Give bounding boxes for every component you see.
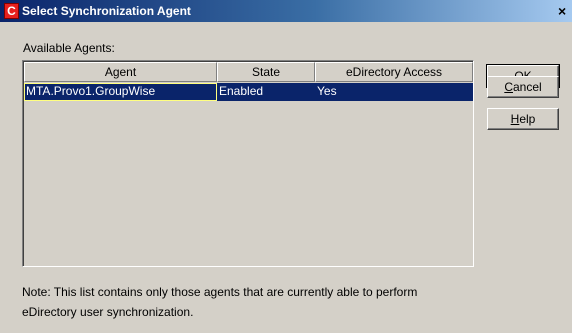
column-header-agent[interactable]: Agent (24, 62, 217, 82)
column-header-state[interactable]: State (217, 62, 315, 82)
cancel-button[interactable]: Cancel (487, 76, 559, 98)
column-header-edirectory-access[interactable]: eDirectory Access (315, 62, 473, 82)
window-title: Select Synchronization Agent (22, 4, 191, 18)
help-button[interactable]: Help (487, 108, 559, 130)
available-agents-label: Available Agents: (23, 41, 115, 55)
title-bar[interactable]: C Select Synchronization Agent × (0, 0, 572, 22)
agents-table-inner: Agent State eDirectory Access MTA.Provo1… (23, 61, 473, 266)
cell-agent: MTA.Provo1.GroupWise (24, 83, 217, 101)
note-line-2: eDirectory user synchronization. (22, 305, 194, 319)
cancel-label-post: ancel (512, 80, 542, 94)
cancel-mnemonic: C (504, 80, 513, 94)
note-text: Note: This list contains only those agen… (22, 282, 492, 322)
cell-edirectory-access: Yes (317, 84, 337, 98)
note-line-1: Note: This list contains only those agen… (22, 285, 418, 299)
agents-table[interactable]: Agent State eDirectory Access MTA.Provo1… (22, 60, 474, 267)
app-icon-glyph: C (5, 4, 18, 18)
cell-state: Enabled (219, 84, 264, 98)
close-icon[interactable]: × (558, 2, 572, 20)
help-label-post: elp (519, 112, 536, 126)
app-icon: C (4, 3, 19, 19)
table-row[interactable]: MTA.Provo1.GroupWise Enabled Yes (24, 83, 473, 101)
